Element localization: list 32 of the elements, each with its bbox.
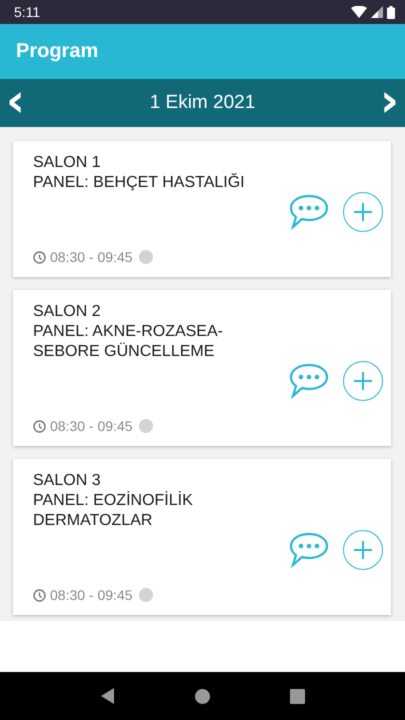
comment-icon[interactable] <box>289 363 329 399</box>
plus-icon <box>354 541 372 559</box>
comment-icon[interactable] <box>289 532 329 568</box>
add-button[interactable] <box>343 530 383 570</box>
wifi-icon <box>351 6 367 18</box>
back-icon[interactable] <box>100 688 116 704</box>
app-title: Program <box>16 40 98 63</box>
previous-day-button[interactable]: ‹ <box>0 78 31 122</box>
clock-icon <box>33 420 46 432</box>
hall-name: SALON 3 <box>33 471 102 491</box>
battery-icon <box>387 6 395 18</box>
session-time: 08:30 - 09:45 <box>50 417 133 436</box>
session-time: 08:30 - 09:45 <box>50 248 133 267</box>
date-label: 1 Ekim 2021 <box>150 92 256 114</box>
comment-icon[interactable] <box>289 194 329 230</box>
clock-time: 5:11 <box>14 4 40 20</box>
session-title: PANEL: EOZİNOFİLİK DERMATOZLAR <box>33 491 194 531</box>
next-day-button[interactable]: › <box>374 78 405 122</box>
add-button[interactable] <box>343 361 383 401</box>
clock-icon <box>33 588 46 602</box>
overview-icon[interactable] <box>290 688 306 704</box>
session-title: PANEL: BEHÇET HASTALIĞI <box>33 173 246 193</box>
session-time: 08:30 - 09:45 <box>50 586 133 605</box>
clock-icon <box>33 250 46 264</box>
hall-name: SALON 1 <box>33 153 102 173</box>
hall-name: SALON 2 <box>33 302 102 322</box>
add-button[interactable] <box>343 192 383 232</box>
plus-icon <box>354 372 372 390</box>
signal-icon <box>371 6 383 18</box>
plus-icon <box>354 203 372 221</box>
home-icon[interactable] <box>195 688 210 704</box>
session-title: PANEL: AKNE-ROZASEA-SEBORE GÜNCELLEME <box>33 322 224 362</box>
